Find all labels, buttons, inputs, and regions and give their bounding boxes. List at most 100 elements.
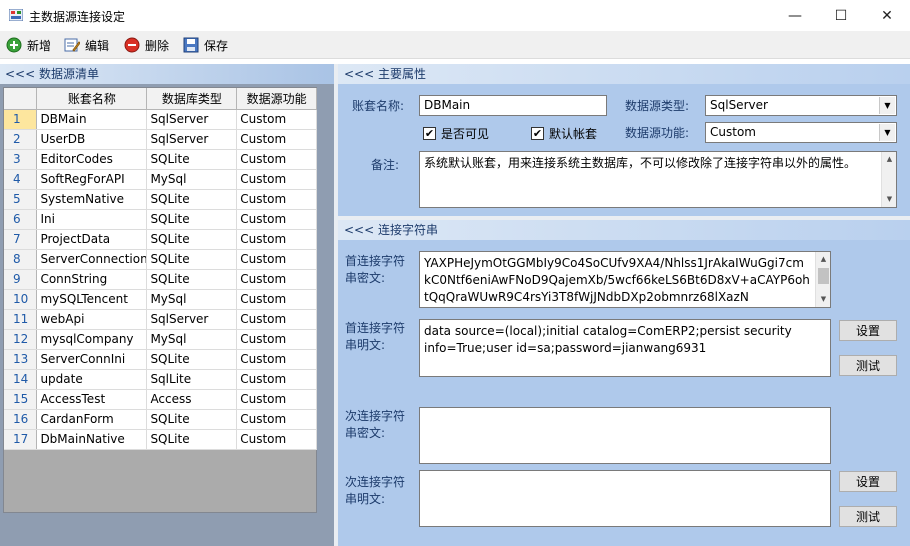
table-row[interactable]: 7 ProjectData SQLite Custom [4,229,317,250]
scroll-up-icon[interactable]: ▲ [882,152,896,167]
table-row[interactable]: 12 mysqlCompany MySql Custom [4,329,317,350]
primary-cipher-textarea[interactable]: YAXPHeJymOtGGMbIy9Co4SoCUfv9XA4/Nhlss1Jr… [419,251,831,308]
table-row[interactable]: 5 SystemNative SQLite Custom [4,189,317,210]
table-row[interactable]: 2 UserDB SqlServer Custom [4,129,317,150]
row-number[interactable]: 7 [4,229,38,250]
scroll-up-icon[interactable]: ▲ [816,252,830,267]
cell-db-type[interactable]: MySql [146,169,238,190]
secondary-plain-textarea[interactable] [419,470,831,527]
row-number[interactable]: 12 [4,329,38,350]
cell-db-type[interactable]: SqlServer [146,309,238,330]
cell-db-type[interactable]: SQLite [146,209,238,230]
remark-scrollbar[interactable]: ▲ ▼ [881,152,896,207]
table-row[interactable]: 13 ServerConnIni SQLite Custom [4,349,317,370]
scroll-down-icon[interactable]: ▼ [882,192,896,207]
datasource-list-header[interactable]: <<< 数据源清单 [0,64,334,84]
cell-db-type[interactable]: SQLite [146,149,238,170]
cell-account-name[interactable]: Ini [36,209,148,230]
cell-db-type[interactable]: SQLite [146,269,238,290]
cell-account-name[interactable]: EditorCodes [36,149,148,170]
cell-account-name[interactable]: ServerConnIni [36,349,148,370]
cell-db-type[interactable]: SQLite [146,349,238,370]
cell-db-type[interactable]: SqlServer [146,129,238,150]
save-button[interactable]: 保存 [183,35,228,55]
cell-function[interactable]: Custom [236,229,317,250]
row-number[interactable]: 4 [4,169,38,190]
row-number[interactable]: 13 [4,349,38,370]
db-type-select[interactable]: SqlServer ▼ [705,95,897,116]
cell-db-type[interactable]: SQLite [146,429,238,450]
cell-account-name[interactable]: SoftRegForAPI [36,169,148,190]
cell-db-type[interactable]: MySql [146,289,238,310]
cell-account-name[interactable]: mySQLTencent [36,289,148,310]
row-number[interactable]: 9 [4,269,38,290]
cell-account-name[interactable]: ProjectData [36,229,148,250]
cell-db-type[interactable]: SQLite [146,249,238,270]
visible-checkbox[interactable]: ✔ 是否可见 [423,125,489,142]
table-row[interactable]: 15 AccessTest Access Custom [4,389,317,410]
cell-account-name[interactable]: ConnString [36,269,148,290]
visible-check-box[interactable]: ✔ [423,127,436,140]
datasource-grid[interactable]: 账套名称 数据库类型 数据源功能 1 DBMain SqlServer Custom 2… [3,87,317,513]
row-number[interactable]: 14 [4,369,38,390]
table-row[interactable]: 8 ServerConnections SQLite Custom [4,249,317,270]
cell-function[interactable]: Custom [236,149,317,170]
primary-test-button[interactable]: 测试 [839,355,897,376]
cell-function[interactable]: Custom [236,269,317,290]
table-row[interactable]: 16 CardanForm SQLite Custom [4,409,317,430]
row-number[interactable]: 3 [4,149,38,170]
cell-db-type[interactable]: SQLite [146,409,238,430]
cell-db-type[interactable]: MySql [146,329,238,350]
chevron-down-icon[interactable]: ▼ [879,124,895,141]
row-number[interactable]: 11 [4,309,38,330]
secondary-cipher-textarea[interactable] [419,407,831,464]
secondary-set-button[interactable]: 设置 [839,471,897,492]
row-number[interactable]: 5 [4,189,38,210]
table-row[interactable]: 3 EditorCodes SQLite Custom [4,149,317,170]
delete-button[interactable]: 删除 [124,35,169,55]
primary-set-button[interactable]: 设置 [839,320,897,341]
cell-account-name[interactable]: AccessTest [36,389,148,410]
cell-function[interactable]: Custom [236,109,317,130]
cell-function[interactable]: Custom [236,289,317,310]
remark-textarea[interactable]: 系统默认账套，用来连接系统主数据库，不可以修改除了连接字符串以外的属性。 ▲ ▼ [419,151,897,208]
cell-account-name[interactable]: webApi [36,309,148,330]
cell-function[interactable]: Custom [236,349,317,370]
cell-account-name[interactable]: mysqlCompany [36,329,148,350]
table-row[interactable]: 6 Ini SQLite Custom [4,209,317,230]
cell-function[interactable]: Custom [236,329,317,350]
row-number[interactable]: 15 [4,389,38,410]
row-number[interactable]: 6 [4,209,38,230]
properties-header[interactable]: <<< 主要属性 [338,64,910,84]
table-row[interactable]: 4 SoftRegForAPI MySql Custom [4,169,317,190]
cell-function[interactable]: Custom [236,429,317,450]
cell-function[interactable]: Custom [236,129,317,150]
edit-button[interactable]: 编辑 [64,35,109,55]
primary-cipher-scrollbar[interactable]: ▲ ▼ [815,252,830,307]
cell-db-type[interactable]: Access [146,389,238,410]
close-button[interactable]: ✕ [864,0,910,31]
row-number[interactable]: 1 [4,109,38,130]
secondary-test-button[interactable]: 测试 [839,506,897,527]
cell-db-type[interactable]: SqlLite [146,369,238,390]
cell-function[interactable]: Custom [236,209,317,230]
cell-db-type[interactable]: SqlServer [146,109,238,130]
row-number[interactable]: 16 [4,409,38,430]
account-name-input[interactable]: DBMain [419,95,607,116]
add-button[interactable]: 新增 [6,35,51,55]
table-row[interactable]: 14 update SqlLite Custom [4,369,317,390]
minimize-button[interactable]: — [772,0,818,31]
cell-function[interactable]: Custom [236,189,317,210]
cell-function[interactable]: Custom [236,169,317,190]
cell-account-name[interactable]: update [36,369,148,390]
table-row[interactable]: 1 DBMain SqlServer Custom [4,109,317,130]
cell-account-name[interactable]: UserDB [36,129,148,150]
cell-function[interactable]: Custom [236,249,317,270]
cell-account-name[interactable]: DbMainNative [36,429,148,450]
row-number[interactable]: 10 [4,289,38,310]
cell-account-name[interactable]: DBMain [36,109,148,130]
cell-function[interactable]: Custom [236,409,317,430]
default-account-checkbox[interactable]: ✔ 默认帐套 [531,125,597,142]
cell-function[interactable]: Custom [236,309,317,330]
grid-corner-header[interactable] [4,88,38,110]
